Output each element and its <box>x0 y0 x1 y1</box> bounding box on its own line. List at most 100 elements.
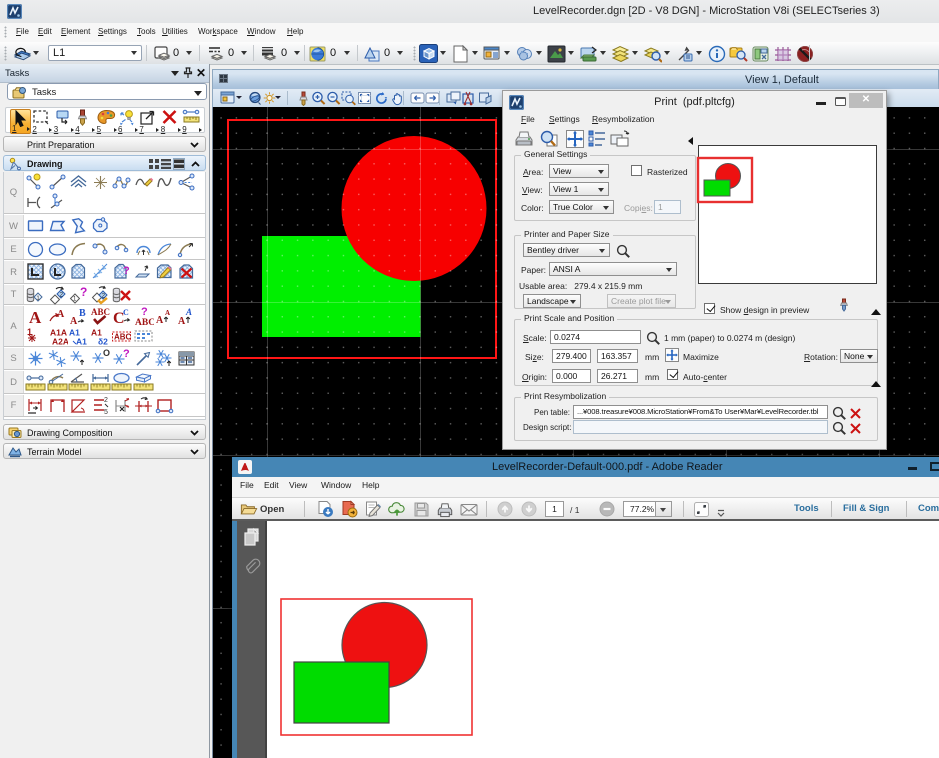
menubar-grip[interactable] <box>4 26 7 38</box>
tool-r-hatch1[interactable] <box>25 261 46 282</box>
tool-f-cross[interactable] <box>68 395 89 416</box>
ad-print-icon[interactable] <box>436 500 454 518</box>
zoom-minus-icon[interactable] <box>598 500 616 518</box>
tool-a-up1[interactable]: AA <box>154 306 175 327</box>
gridtool-icon[interactable] <box>773 44 792 63</box>
menu-tools[interactable]: Tools <box>137 27 156 36</box>
nosign-icon[interactable] <box>795 44 814 63</box>
tool-r-hatchx[interactable] <box>176 261 197 282</box>
task-tool-expand-arrow[interactable] <box>49 128 52 132</box>
attr-weight-icon[interactable] <box>259 44 278 63</box>
app-titlebar[interactable]: LevelRecorder.dgn [2D - V8 DGN] - MicroS… <box>0 0 939 23</box>
tool-q-curve[interactable] <box>154 172 175 193</box>
tool-d-arc[interactable] <box>47 371 68 392</box>
tool-a-find[interactable]: ABC? <box>133 306 154 327</box>
tasks-combo-arrow-icon[interactable] <box>194 91 202 96</box>
class-dropdown-icon[interactable] <box>344 51 350 55</box>
task-tool-expand-arrow[interactable] <box>156 128 159 132</box>
tool-e-quarter[interactable] <box>154 239 175 260</box>
weight-dropdown-icon[interactable] <box>294 51 300 55</box>
infocircle-icon[interactable] <box>707 44 726 63</box>
tool-r-hatch2[interactable] <box>47 261 68 282</box>
tool-w-ortho[interactable] <box>68 215 89 236</box>
tasks-pin-icon[interactable] <box>183 67 193 79</box>
tool-r-hatcharrow[interactable] <box>133 261 154 282</box>
tool-d-box[interactable] <box>133 371 154 392</box>
pointcloud-icon[interactable] <box>547 44 566 63</box>
ad-saveas-icon[interactable] <box>316 500 334 518</box>
zoomout-icon[interactable] <box>325 90 341 106</box>
tool-s-flakearr[interactable] <box>68 348 89 369</box>
task-tool-fence[interactable]: 3 <box>53 109 74 134</box>
task-tool-bulb-arrows[interactable]: 6 <box>117 109 138 134</box>
fitview-icon[interactable] <box>356 90 372 106</box>
tool-e-ellipse[interactable] <box>47 239 68 260</box>
eleminfo-icon[interactable] <box>675 44 694 63</box>
eleminfo-dropdown-icon[interactable] <box>696 51 702 55</box>
collapse-preview-arrow-icon[interactable] <box>871 309 881 315</box>
transparency-dropdown-icon[interactable] <box>397 51 403 55</box>
tool-d-hdim[interactable] <box>90 371 111 392</box>
references-icon[interactable] <box>483 44 502 63</box>
adobe-tab-fill-sign[interactable]: Fill & Sign <box>843 503 889 514</box>
adobe-menu-help[interactable]: Help <box>362 480 379 490</box>
tasks-close-icon[interactable]: ✕ <box>196 66 206 80</box>
size-width-input[interactable]: 279.400 <box>552 349 591 363</box>
levelfilter-dropdown-icon[interactable] <box>664 51 670 55</box>
tool-a-spell[interactable]: ABC <box>90 306 111 327</box>
adobe-minimize-icon[interactable] <box>908 467 917 470</box>
adobe-tab-tools[interactable]: Tools <box>794 503 819 514</box>
tool-q-smartline[interactable] <box>25 172 46 193</box>
ad-export-icon[interactable] <box>340 500 358 518</box>
task-tool-measure[interactable]: 9 <box>181 109 202 134</box>
tool-a-num[interactable]: 1 <box>25 326 46 347</box>
tool-a-C[interactable]: CC <box>111 306 132 327</box>
section-drawing-composition[interactable]: Drawing Composition <box>3 424 206 440</box>
models-icon[interactable] <box>419 44 438 63</box>
task-tool-expand-arrow[interactable] <box>92 128 95 132</box>
newfile-dropdown-icon[interactable] <box>472 51 478 55</box>
view-select[interactable]: View 1 <box>549 182 609 196</box>
task-tool-red-x[interactable]: 8 <box>160 109 181 134</box>
size-height-input[interactable]: 163.357 <box>597 349 638 363</box>
tool-t-tagx[interactable] <box>111 285 132 306</box>
painter-icon[interactable] <box>838 298 850 313</box>
tasks-combo[interactable]: Tasks <box>7 83 207 100</box>
savedviews-dropdown-icon[interactable] <box>600 51 606 55</box>
collapse-scale-arrow-icon[interactable] <box>871 381 881 387</box>
tool-q-sketch[interactable] <box>133 172 154 193</box>
tool-q-fork[interactable] <box>176 172 197 193</box>
layout-grid-icon[interactable] <box>149 159 159 169</box>
accudraw-icon[interactable] <box>751 44 770 63</box>
menu-file[interactable]: File <box>16 27 29 36</box>
orientation-select[interactable]: Landscape <box>523 294 581 308</box>
tool-d-angle[interactable] <box>68 371 89 392</box>
rotatev-icon[interactable] <box>373 90 389 106</box>
vprev-icon[interactable] <box>409 90 425 106</box>
adobe-menu-window[interactable]: Window <box>321 480 351 490</box>
task-tool-move-box[interactable]: 7 <box>138 109 159 134</box>
folder-open-icon[interactable] <box>240 500 258 518</box>
tool-q-curvepts[interactable] <box>111 172 132 193</box>
layout-list-icon[interactable] <box>161 159 171 169</box>
tool-q-perp[interactable] <box>47 192 68 213</box>
task-tool-expand-arrow[interactable] <box>27 127 30 131</box>
tool-f-h2[interactable] <box>133 395 154 416</box>
attr-transp-icon[interactable] <box>362 44 381 63</box>
tool-q-point[interactable] <box>90 172 111 193</box>
area-select[interactable]: View <box>549 164 609 178</box>
menu-element[interactable]: Element <box>61 27 90 36</box>
attributes-dropdown-icon[interactable] <box>33 51 39 55</box>
tool-r-hatch3[interactable] <box>68 261 89 282</box>
section-drawing[interactable]: Drawing <box>3 155 206 171</box>
viewattr-dropdown-icon[interactable] <box>236 96 242 99</box>
tool-f-rect[interactable] <box>154 395 175 416</box>
adobe-open-label[interactable]: Open <box>260 504 284 515</box>
adobe-zoom-input[interactable]: 77.2% <box>623 501 656 517</box>
maxcross-icon[interactable] <box>665 348 679 362</box>
adobe-menu-edit[interactable]: Edit <box>264 480 279 490</box>
tool-t-tagq[interactable]: 1? <box>68 285 89 306</box>
savedviews-icon[interactable] <box>579 44 598 63</box>
tool-a-edit[interactable]: AB <box>68 306 89 327</box>
attachments-paperclip-icon[interactable] <box>242 557 262 577</box>
